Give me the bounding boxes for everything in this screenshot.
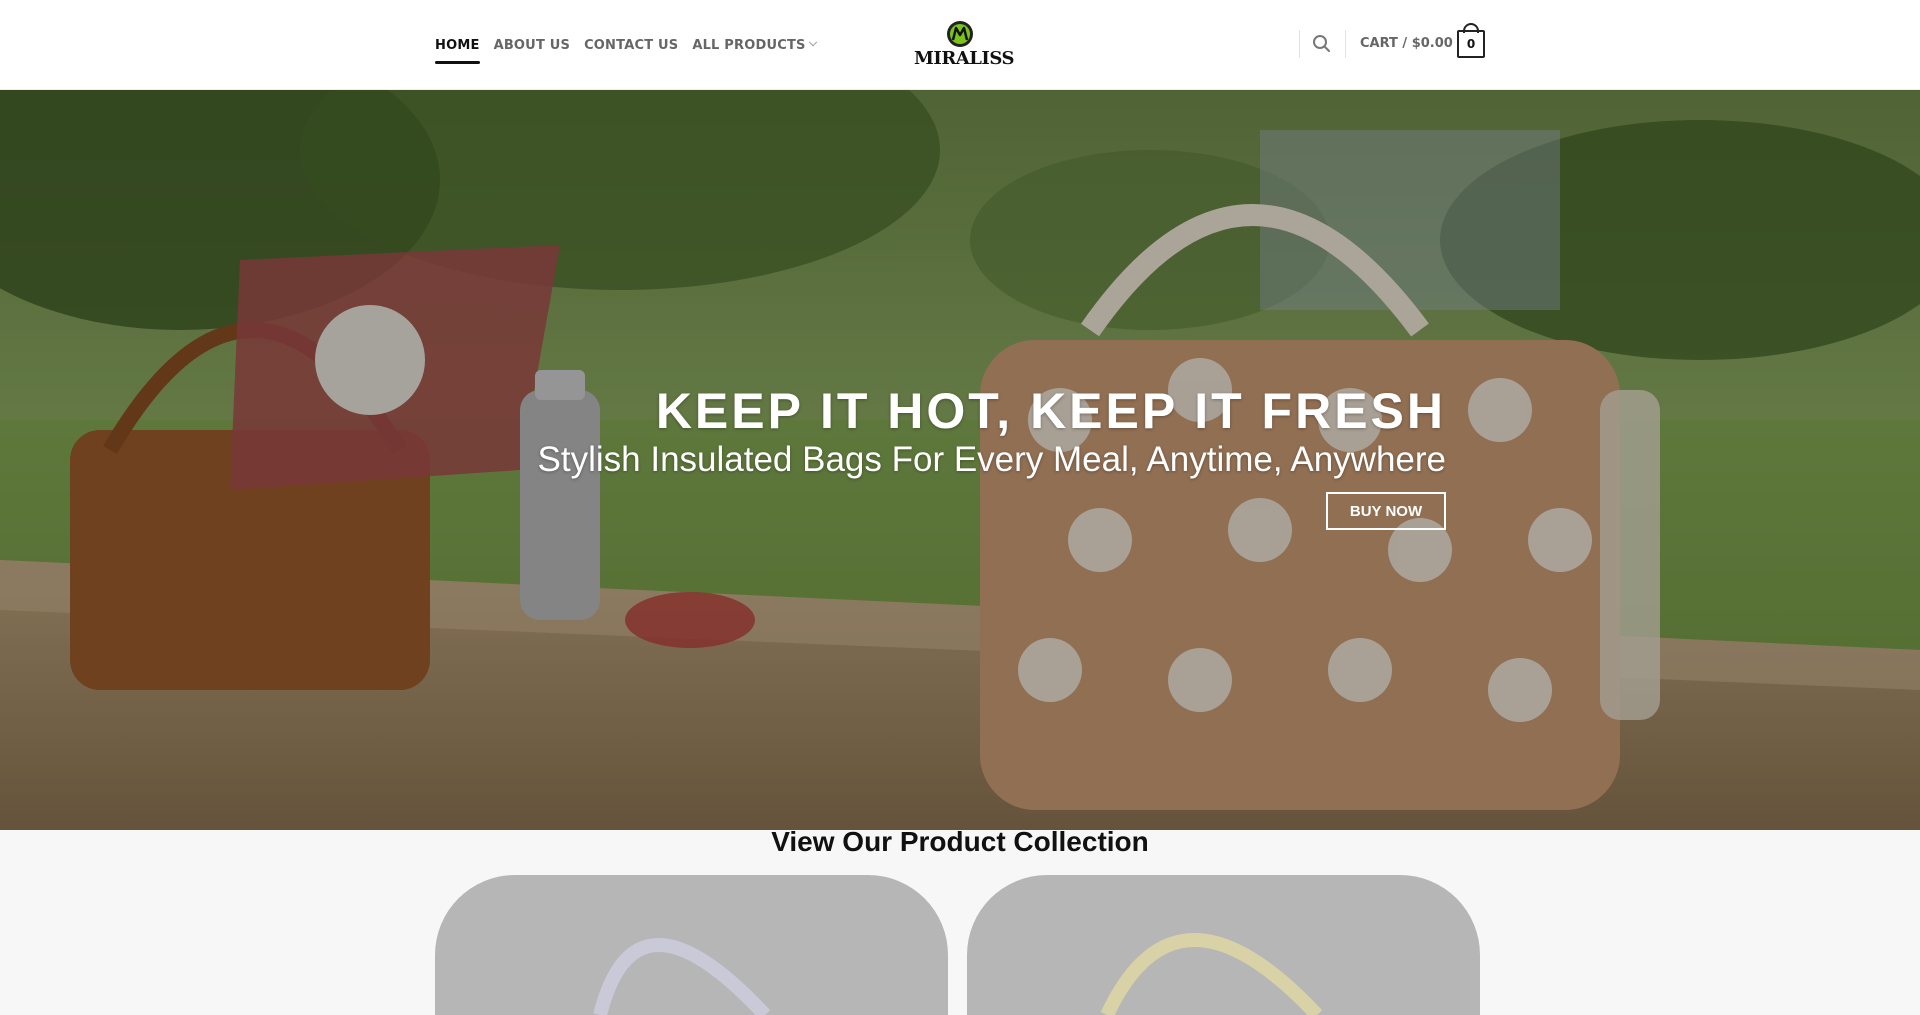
- site-logo[interactable]: MIRALISS: [910, 20, 1014, 74]
- cart-count-badge[interactable]: 0: [1457, 30, 1485, 58]
- header-divider: [1345, 30, 1346, 58]
- product-card[interactable]: [435, 875, 948, 1015]
- hero-title: KEEP IT HOT, KEEP IT FRESH: [655, 383, 1446, 439]
- nav-contact-us[interactable]: CONTACT US: [584, 0, 678, 90]
- nav-about-us[interactable]: ABOUT US: [494, 0, 571, 90]
- main-nav: HOME ABOUT US CONTACT US ALL PRODUCTS: [435, 0, 817, 90]
- header-divider: [1299, 30, 1300, 58]
- hero-banner: KEEP IT HOT, KEEP IT FRESH Stylish Insul…: [0, 90, 1920, 830]
- site-header: HOME ABOUT US CONTACT US ALL PRODUCTS MI…: [0, 0, 1920, 90]
- search-icon[interactable]: [1310, 32, 1334, 56]
- buy-now-button[interactable]: BUY NOW: [1326, 492, 1446, 530]
- cart-link[interactable]: CART / $0.00: [1360, 36, 1453, 51]
- collection-title: View Our Product Collection: [771, 826, 1149, 857]
- product-card[interactable]: [967, 875, 1480, 1015]
- bag-image: [593, 938, 771, 1015]
- nav-home[interactable]: HOME: [435, 0, 480, 90]
- bag-image: [1100, 933, 1323, 1015]
- chevron-down-icon: [808, 37, 817, 47]
- hero-subtitle: Stylish Insulated Bags For Every Meal, A…: [537, 440, 1446, 479]
- logo-wordmark: MIRALISS: [914, 48, 1014, 69]
- nav-all-products[interactable]: ALL PRODUCTS: [692, 0, 817, 90]
